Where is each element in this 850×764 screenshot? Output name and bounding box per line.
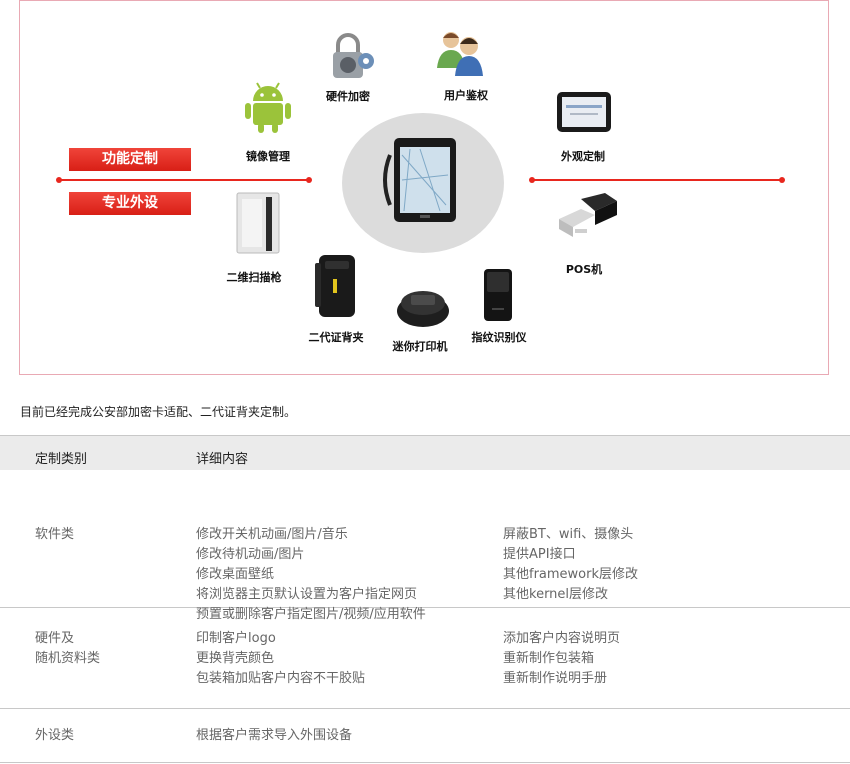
- tablet-device-icon: [383, 138, 456, 222]
- appearance-custom-label: 外观定制: [561, 150, 605, 163]
- detail-item: 添加客户内容说明页: [503, 631, 621, 646]
- detail-item: 重新制作说明手册: [503, 671, 608, 686]
- lock-icon: [333, 33, 374, 78]
- caption-text: 目前已经完成公安部加密卡适配、二代证背夹定制。: [20, 405, 297, 419]
- mirror-management-label: 镜像管理: [246, 150, 290, 163]
- pos-terminal-icon: [559, 193, 617, 237]
- row-category: 随机资料类: [35, 651, 101, 666]
- detail-item: 提供API接口: [503, 547, 576, 562]
- table-row: 硬件及 随机资料类 印制客户logo 更换背壳颜色 包装箱加贴客户内容不干胶贴 …: [0, 608, 850, 709]
- mini-printer-icon: [397, 291, 449, 327]
- detail-item: 包装箱加贴客户内容不干胶贴: [196, 671, 366, 686]
- customization-table: 定制类别 详细内容 软件类 修改开关机动画/图片/音乐 修改待机动画/图片 修改…: [0, 435, 850, 763]
- right-connector-line: [529, 177, 785, 183]
- barcode-scanner-icon: [236, 192, 280, 254]
- table-row: 外设类 根据客户需求导入外围设备: [0, 709, 850, 763]
- row-category: 硬件及: [35, 631, 75, 646]
- detail-item: 将浏览器主页默认设置为客户指定网页: [196, 587, 418, 602]
- users-icon: [437, 32, 483, 76]
- customization-diagram: 功能定制 专业外设 镜像管理 硬件加密 用户鉴权 外观定制 POS机 指纹识别仪…: [19, 0, 829, 375]
- idcard-clip-label: 二代证背夹: [308, 331, 364, 344]
- user-auth-label: 用户鉴权: [444, 89, 488, 102]
- mini-printer-label: 迷你打印机: [392, 340, 448, 353]
- tablet-appearance-icon: [557, 92, 611, 132]
- hardware-encrypt-label: 硬件加密: [326, 90, 370, 103]
- detail-item: 根据客户需求导入外围设备: [196, 728, 353, 743]
- header-category: 定制类别: [35, 452, 88, 467]
- peripheral-button[interactable]: 专业外设: [69, 192, 191, 215]
- detail-item: 修改开关机动画/图片/音乐: [196, 527, 348, 542]
- table-header: 定制类别 详细内容: [0, 435, 850, 470]
- row-category: 外设类: [35, 728, 75, 743]
- table-row: 软件类 修改开关机动画/图片/音乐 修改待机动画/图片 修改桌面壁纸 将浏览器主…: [0, 470, 850, 622]
- row-category: 软件类: [35, 527, 75, 542]
- idcard-clip-icon: [315, 255, 355, 317]
- detail-item: 修改待机动画/图片: [196, 547, 305, 562]
- detail-item: 印制客户logo: [196, 631, 276, 646]
- detail-item: 更换背壳颜色: [196, 651, 275, 666]
- function-custom-button[interactable]: 功能定制: [69, 148, 191, 171]
- header-details: 详细内容: [196, 452, 249, 467]
- detail-item: 修改桌面壁纸: [196, 567, 275, 582]
- detail-item: 屏蔽BT、wifi、摄像头: [503, 527, 634, 542]
- scanner-label: 二维扫描枪: [226, 271, 282, 284]
- detail-item: 其他kernel层修改: [503, 587, 609, 602]
- pos-label: POS机: [565, 263, 603, 276]
- fingerprint-reader-icon: [484, 269, 512, 321]
- left-connector-line: [56, 177, 312, 183]
- android-icon: [245, 82, 291, 133]
- detail-item: 其他framework层修改: [503, 567, 639, 582]
- detail-item: 重新制作包装箱: [503, 651, 595, 666]
- fingerprint-label: 指纹识别仪: [471, 331, 527, 344]
